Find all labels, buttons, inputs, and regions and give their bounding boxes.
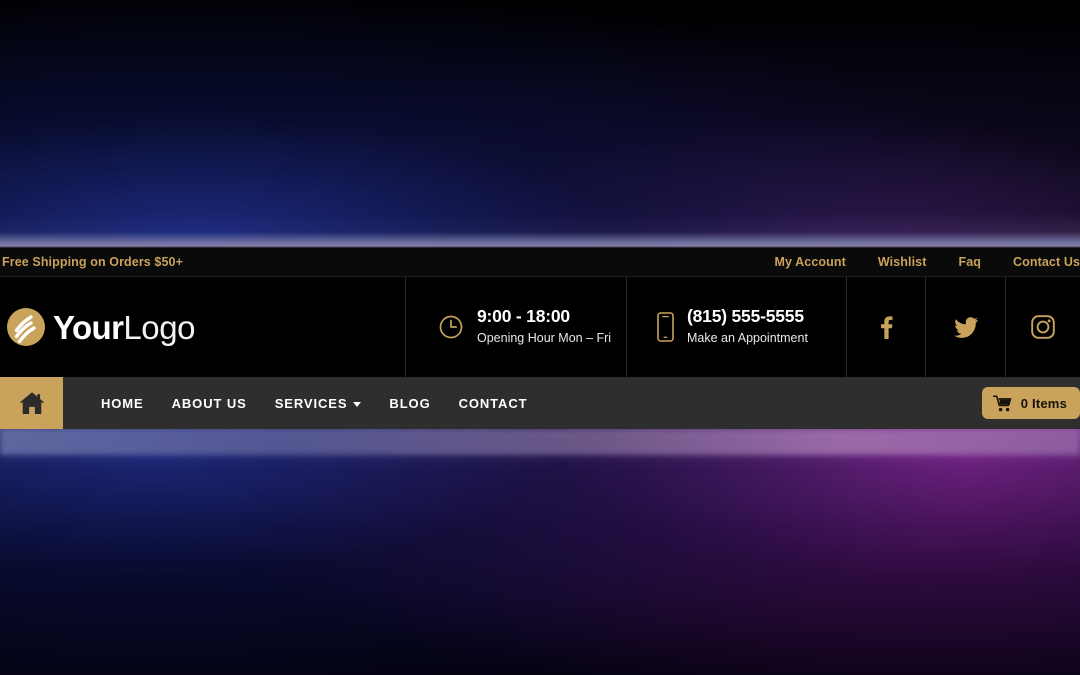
house-icon	[18, 390, 46, 416]
brand-name-bold: Your	[53, 308, 124, 346]
opening-hours-value: 9:00 - 18:00	[477, 306, 570, 327]
primary-navigation-bar: Home About Us Services Blog Contact	[0, 377, 1080, 429]
background-gradient-bottom	[0, 429, 1080, 675]
utility-links: My Account Wishlist Faq Contact Us	[775, 255, 1080, 269]
instagram-icon	[1030, 314, 1056, 340]
phone-caption: Make an Appointment	[687, 331, 808, 346]
background-glow-top	[0, 232, 1080, 248]
utility-link-contact-us[interactable]: Contact Us	[1013, 255, 1080, 269]
nav-menu: Home About Us Services Blog Contact	[63, 377, 541, 429]
nav-item-services[interactable]: Services	[261, 396, 376, 411]
header-main-row: YourLogo 9:00 - 18:00 Opening Hour Mon –…	[0, 276, 1080, 377]
shopping-cart-icon	[992, 394, 1013, 412]
site-header: Free Shipping on Orders $50+ My Account …	[0, 248, 1080, 429]
home-button[interactable]	[0, 377, 63, 429]
cart-button[interactable]: 0 Items	[981, 387, 1080, 419]
cart-label: 0 Items	[1020, 395, 1067, 411]
background-gradient-top	[0, 0, 1080, 248]
brand-wordmark: YourLogo	[53, 308, 196, 346]
chevron-down-icon	[353, 401, 362, 407]
social-link-twitter[interactable]	[925, 277, 1005, 377]
phone-number: (815) 555-5555	[687, 306, 804, 327]
opening-hours-text: 9:00 - 18:00 Opening Hour Mon – Fri	[477, 306, 611, 347]
brand-name-light: Logo	[123, 308, 196, 346]
social-link-instagram[interactable]	[1005, 277, 1080, 377]
clock-icon	[438, 314, 464, 340]
utility-link-wishlist[interactable]: Wishlist	[878, 255, 927, 269]
brand-logo[interactable]: YourLogo	[0, 277, 405, 377]
twitter-icon	[953, 314, 979, 340]
mobile-phone-icon	[657, 312, 674, 342]
swirl-circle-logo-icon	[4, 305, 48, 349]
phone-text: (815) 555-5555 Make an Appointment	[687, 306, 808, 347]
nav-item-blog[interactable]: Blog	[375, 396, 444, 411]
page-root: Free Shipping on Orders $50+ My Account …	[0, 0, 1080, 675]
utility-link-my-account[interactable]: My Account	[775, 255, 846, 269]
nav-item-contact[interactable]: Contact	[445, 396, 542, 411]
phone-block[interactable]: (815) 555-5555 Make an Appointment	[626, 277, 846, 377]
opening-hours-caption: Opening Hour Mon – Fri	[477, 331, 612, 346]
promo-text: Free Shipping on Orders $50+	[2, 255, 183, 269]
nav-item-home[interactable]: Home	[87, 396, 158, 411]
facebook-icon	[875, 314, 897, 340]
nav-item-about-us[interactable]: About Us	[158, 396, 261, 411]
cart-area: 0 Items	[981, 377, 1080, 429]
nav-item-services-label: Services	[274, 395, 348, 411]
social-link-facebook[interactable]	[846, 277, 925, 377]
background-sheen-bottom	[0, 429, 1080, 455]
opening-hours-block: 9:00 - 18:00 Opening Hour Mon – Fri	[405, 277, 626, 377]
top-announcement-bar: Free Shipping on Orders $50+ My Account …	[0, 248, 1080, 276]
utility-link-faq[interactable]: Faq	[958, 255, 981, 269]
